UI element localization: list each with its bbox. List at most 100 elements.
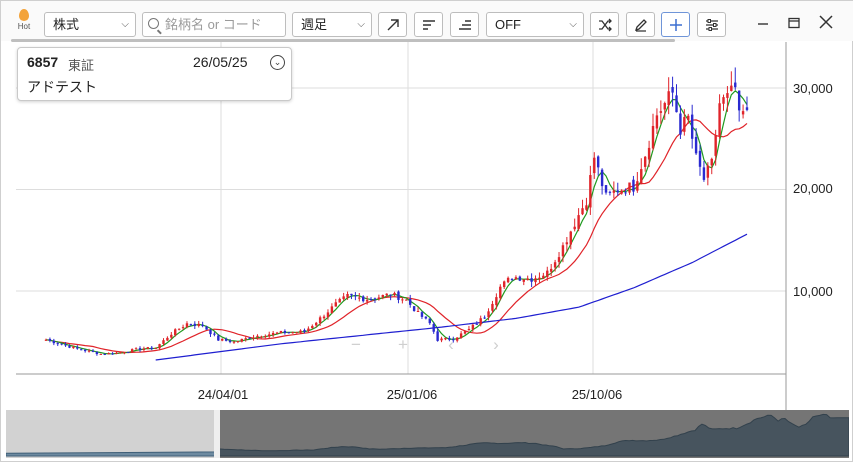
hot-button[interactable]: Hot (11, 9, 37, 37)
candle-body (221, 339, 224, 341)
symbol-search-input[interactable]: 銘柄名 or コード (142, 12, 286, 37)
candle-body (119, 352, 122, 354)
candle-body (581, 208, 584, 215)
draw-button[interactable] (626, 12, 655, 37)
align-top-button[interactable] (414, 12, 443, 37)
candle-body (397, 291, 400, 300)
zoom-out-button[interactable]: − (342, 335, 370, 355)
candle-body (561, 245, 565, 257)
candle-body (659, 111, 663, 113)
minimize-button[interactable] (751, 13, 775, 37)
candle-body (213, 333, 216, 335)
candle-body (546, 270, 549, 278)
candle-body (389, 294, 392, 296)
flame-icon (19, 9, 29, 21)
period-select[interactable]: 週足 ⌵ (292, 12, 372, 37)
chevron-down-icon: ⌵ (357, 19, 365, 30)
candle-body (326, 312, 330, 318)
candle-body (48, 339, 52, 341)
scroll-left-button[interactable]: ‹ (437, 335, 465, 355)
minimize-icon (758, 23, 768, 25)
align-bottom-button[interactable] (450, 12, 479, 37)
navigator-selection[interactable] (217, 410, 849, 458)
candle-body (130, 349, 134, 353)
sliders-icon (705, 19, 718, 31)
candle-body (526, 278, 529, 281)
candle-body (318, 317, 322, 323)
candle-body (722, 97, 725, 104)
candle-body (589, 175, 592, 208)
chevron-down-circle-icon[interactable]: ⌄ (270, 55, 285, 70)
navigator-left-handle[interactable] (214, 410, 220, 458)
candle-body (487, 311, 490, 318)
navigator-svg (6, 410, 849, 458)
settings-button[interactable] (697, 12, 726, 37)
candle-body (471, 324, 475, 330)
info-date: 26/05/25 (193, 54, 248, 70)
candle-body (373, 298, 377, 300)
candle-body (393, 292, 396, 296)
scroll-right-button[interactable]: › (482, 335, 510, 355)
market-select[interactable]: 株式 ⌵ (44, 12, 136, 37)
candle-body (354, 295, 357, 297)
pencil-icon (634, 19, 647, 32)
candle-body (416, 310, 420, 312)
x-tick-label: 25/10/06 (572, 387, 623, 402)
candle-body (158, 344, 161, 349)
candle-body (303, 329, 306, 332)
candle-body (479, 318, 482, 325)
candle-body (127, 351, 130, 353)
candle-body (518, 276, 522, 281)
candle-body (177, 328, 181, 330)
candle-body (181, 327, 185, 329)
shuffle-button[interactable] (590, 12, 619, 37)
candle-body (295, 332, 298, 334)
candle-body (679, 113, 682, 135)
candle-body (514, 277, 518, 280)
candle-body (338, 298, 341, 303)
close-button[interactable] (814, 13, 838, 37)
candle-body (687, 115, 690, 120)
candle-body (283, 330, 287, 334)
indicator-select[interactable]: OFF ⌵ (486, 12, 584, 37)
candle-body (154, 348, 157, 350)
candle-body (432, 324, 435, 332)
candle-body (491, 303, 494, 311)
trendline-button[interactable] (378, 12, 407, 37)
candle-body (577, 215, 580, 229)
candle-body (174, 329, 177, 336)
shuffle-icon (598, 18, 612, 32)
chart-window: Hot 株式 ⌵ 銘柄名 or コード 週足 ⌵ OFF ⌵ 24/04/01 … (0, 0, 853, 462)
maximize-icon (788, 17, 800, 29)
candle-body (424, 316, 428, 319)
ma-mid-line (45, 119, 748, 354)
maximize-button[interactable] (782, 13, 806, 37)
zoom-in-button[interactable]: + (389, 335, 417, 355)
candle-body (534, 278, 537, 283)
candle-body (146, 347, 150, 349)
symbol-name: アドテスト (27, 79, 97, 95)
candle-body (412, 306, 416, 311)
toolbar: Hot 株式 ⌵ 銘柄名 or コード 週足 ⌵ OFF ⌵ (1, 1, 853, 42)
candle-body (624, 192, 627, 194)
candle-body (271, 332, 275, 336)
candle-body (162, 340, 165, 344)
candle-body (640, 169, 643, 184)
candle-body (690, 114, 694, 139)
candle-body (467, 328, 471, 331)
y-tick-label: 20,000 (793, 181, 833, 196)
candle-body (377, 297, 381, 300)
range-navigator[interactable] (6, 410, 849, 458)
candle-body (72, 346, 75, 349)
candle-body (138, 348, 142, 350)
candle-body (150, 347, 153, 349)
candle-body (107, 353, 110, 355)
candle-body (134, 348, 138, 350)
candle-body (166, 337, 169, 341)
candle-body (647, 147, 651, 160)
candle-body (510, 279, 514, 281)
candle-body (228, 340, 232, 343)
crosshair-button[interactable] (661, 12, 690, 37)
x-tick-label: 24/04/01 (198, 387, 249, 402)
candle-body (499, 286, 502, 299)
